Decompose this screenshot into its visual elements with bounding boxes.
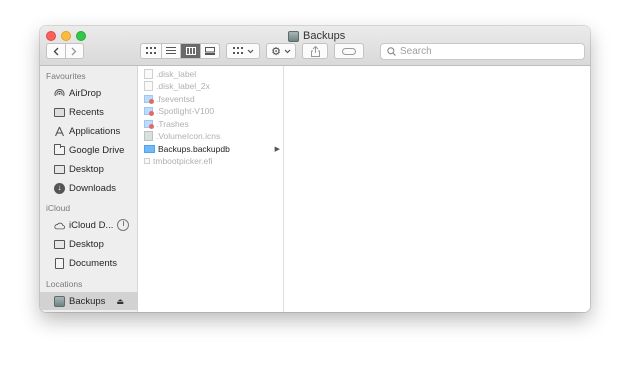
sidebar-item-google-drive[interactable]: Google Drive — [40, 141, 138, 159]
columns-icon — [185, 47, 196, 55]
gallery-icon — [205, 47, 215, 55]
file-row[interactable]: .fseventsd — [138, 93, 284, 105]
group-grid-icon — [232, 47, 243, 54]
file-icon — [144, 158, 150, 164]
sidebar-item-icloud-drive[interactable]: iCloud D... — [40, 216, 138, 234]
tags-button[interactable] — [334, 43, 364, 59]
sidebar-item-label: Desktop — [69, 238, 104, 250]
file-name: .fseventsd — [156, 94, 195, 104]
toolbar: Backups ⚙ Search — [40, 26, 590, 66]
icon-view-button[interactable] — [141, 44, 161, 58]
window-title-label: Backups — [303, 30, 346, 42]
forward-button[interactable] — [64, 44, 84, 58]
file-name: .disk_label — [156, 69, 197, 79]
sidebar-item-label: Backups — [69, 295, 106, 307]
action-button[interactable]: ⚙ — [266, 43, 296, 59]
tag-icon — [342, 47, 356, 55]
disk-icon — [54, 295, 65, 307]
disk-icon — [288, 30, 299, 42]
sidebar-item-recents[interactable]: Recents — [40, 103, 138, 121]
sidebar-item-label: Desktop — [69, 163, 104, 175]
list-icon — [166, 47, 176, 54]
share-icon — [310, 45, 320, 57]
restricted-folder-icon — [144, 95, 154, 104]
sidebar-item-label: iCloud D... — [69, 219, 114, 231]
window-title: Backups — [288, 29, 345, 43]
grid-icon — [146, 47, 156, 54]
empty-column — [285, 66, 590, 312]
folder-icon — [54, 143, 65, 156]
file-name: .Trashes — [156, 119, 189, 129]
sidebar-item-label: Downloads — [69, 182, 116, 194]
restricted-folder-icon — [144, 107, 154, 116]
file-row[interactable]: tmbootpicker.efi — [138, 155, 284, 167]
sidebar-heading-favourites: Favourites — [46, 71, 86, 81]
maximize-button[interactable] — [76, 31, 86, 41]
desktop-icon — [54, 164, 65, 175]
chevron-down-icon — [247, 49, 253, 53]
finder-window: Backups ⚙ Search Favourites AirDrop Rece… — [40, 26, 590, 312]
list-view-button[interactable] — [161, 44, 180, 58]
sidebar-item-label: AirDrop — [69, 87, 102, 99]
image-file-icon — [144, 131, 153, 141]
applications-icon — [54, 126, 65, 137]
sidebar-item-downloads[interactable]: ↓ Downloads — [40, 179, 138, 197]
sidebar-item-label: Google Drive — [69, 144, 125, 156]
file-icon — [144, 81, 153, 91]
sidebar: Favourites AirDrop Recents Applications … — [40, 66, 138, 312]
share-button[interactable] — [302, 43, 328, 59]
chevron-right-icon — [71, 47, 77, 55]
folder-icon — [144, 145, 155, 153]
file-name: .disk_label_2x — [156, 81, 210, 91]
cloud-icon — [54, 220, 65, 231]
sidebar-heading-icloud: iCloud — [46, 203, 71, 213]
gear-icon: ⚙ — [271, 45, 281, 58]
search-field[interactable]: Search — [380, 43, 585, 60]
file-name: tmbootpicker.efi — [153, 156, 213, 166]
recents-icon — [54, 107, 65, 118]
sidebar-heading-locations: Locations — [46, 279, 83, 289]
chevron-left-icon — [53, 47, 59, 55]
restricted-folder-icon — [144, 120, 154, 129]
file-icon — [144, 69, 153, 79]
sidebar-item-documents[interactable]: Documents — [40, 254, 138, 272]
eject-icon[interactable]: ⏏ — [116, 297, 124, 306]
file-row[interactable]: .Spotlight-V100 — [138, 105, 284, 117]
group-by-button[interactable] — [226, 43, 260, 59]
minimize-button[interactable] — [61, 31, 71, 41]
close-button[interactable] — [46, 31, 56, 41]
sidebar-item-label: Documents — [69, 257, 118, 269]
file-name: .VolumeIcon.icns — [156, 131, 221, 141]
sidebar-item-label: Recents — [69, 106, 104, 118]
file-row[interactable]: .disk_label — [138, 68, 284, 80]
sidebar-item-desktop[interactable]: Desktop — [40, 160, 138, 178]
documents-icon — [54, 257, 65, 269]
file-row[interactable]: .VolumeIcon.icns — [138, 130, 284, 142]
file-row[interactable]: .disk_label_2x — [138, 80, 284, 92]
sidebar-item-label: Applications — [69, 125, 121, 137]
file-name: .Spotlight-V100 — [156, 106, 215, 116]
file-column: .disk_label .disk_label_2x .fseventsd .S… — [138, 66, 284, 312]
sidebar-item-airdrop[interactable]: AirDrop — [40, 84, 138, 102]
airdrop-icon — [54, 88, 65, 99]
chevron-down-icon — [284, 49, 291, 53]
sidebar-item-backups[interactable]: Backups ⏏ — [40, 292, 138, 310]
disclosure-arrow-icon: ▶ — [274, 146, 280, 153]
sidebar-item-icloud-desktop[interactable]: Desktop — [40, 235, 138, 253]
search-icon — [387, 47, 396, 56]
view-mode-segmented — [140, 43, 220, 59]
sidebar-item-applications[interactable]: Applications — [40, 122, 138, 140]
downloads-icon: ↓ — [54, 182, 65, 194]
sync-progress-icon — [117, 219, 129, 231]
file-name: Backups.backupdb — [158, 144, 230, 154]
search-placeholder: Search — [400, 46, 432, 57]
back-button[interactable] — [47, 44, 65, 58]
column-view-button[interactable] — [180, 44, 200, 58]
gallery-view-button[interactable] — [200, 44, 219, 58]
desktop-icon — [54, 239, 65, 250]
file-row[interactable]: .Trashes — [138, 118, 284, 130]
file-row[interactable]: Backups.backupdb ▶ — [138, 143, 284, 155]
nav-buttons — [46, 43, 84, 59]
